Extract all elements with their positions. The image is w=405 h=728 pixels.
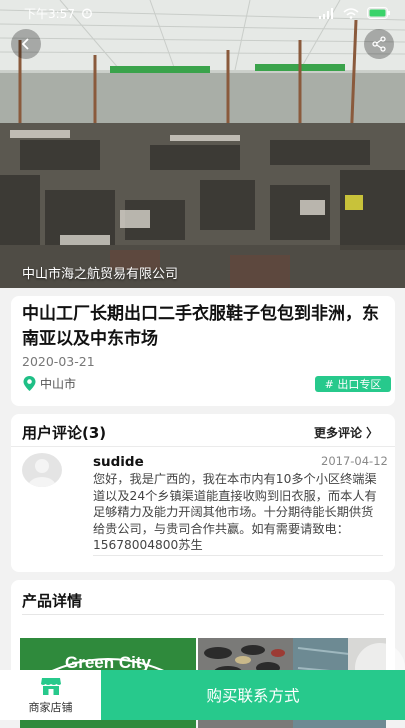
store-icon xyxy=(40,678,61,695)
avatar[interactable] xyxy=(22,453,62,487)
comment-date: 2017-04-12 xyxy=(321,454,388,468)
comment-username: sudide xyxy=(93,454,144,470)
back-button[interactable] xyxy=(11,29,41,59)
company-name[interactable]: 中山市海之航贸易有限公司 xyxy=(22,263,178,282)
share-icon xyxy=(372,36,386,52)
listing-title: 中山工厂长期出口二手衣服鞋子包包到非洲，东南亚以及中东市场 xyxy=(22,304,379,349)
wifi-icon xyxy=(343,7,359,19)
bottom-action-bar: 商家店铺 购买联系方式 xyxy=(0,670,405,720)
comment-text: 您好，我是广西的，我在本市内有10多个小区终端渠道以及24个乡镇渠道能直接收购到… xyxy=(93,472,377,552)
map-pin-icon xyxy=(23,376,36,391)
store-button[interactable]: 商家店铺 xyxy=(0,670,101,720)
status-bar: 下午3:57 xyxy=(0,0,405,26)
comment-divider xyxy=(93,555,383,556)
battery-icon xyxy=(367,7,390,19)
comments-header: 用户评论(3) xyxy=(22,424,107,442)
comments-divider xyxy=(11,446,395,447)
status-time: 下午3:57 xyxy=(24,6,75,21)
listing-date: 2020-03-21 xyxy=(22,354,95,369)
hero-image: 下午3:57 中山市海之航贸易有限公司 xyxy=(0,0,405,288)
more-comments-link[interactable]: 更多评论 〉 xyxy=(314,424,378,441)
comments-card: 用户评论(3) 更多评论 〉 sudide 2017-04-12 您好，我是广西… xyxy=(11,414,395,572)
store-label: 商家店铺 xyxy=(28,701,73,714)
location-text: 中山市 xyxy=(40,377,77,391)
warehouse-photo xyxy=(0,0,405,288)
chevron-left-icon xyxy=(21,38,29,50)
user-placeholder-icon xyxy=(28,459,56,487)
listing-card: 中山工厂长期出口二手衣服鞋子包包到非洲，东南亚以及中东市场 2020-03-21… xyxy=(11,296,395,406)
buy-contact-button[interactable]: 购买联系方式 xyxy=(101,670,405,720)
details-header: 产品详情 xyxy=(22,592,83,610)
alarm-icon xyxy=(82,8,92,19)
details-divider xyxy=(22,614,384,615)
category-tag[interactable]: # 出口专区 xyxy=(315,376,391,392)
share-button[interactable] xyxy=(364,29,394,59)
listing-location: 中山市 xyxy=(22,375,76,392)
signal-icon xyxy=(319,7,333,19)
